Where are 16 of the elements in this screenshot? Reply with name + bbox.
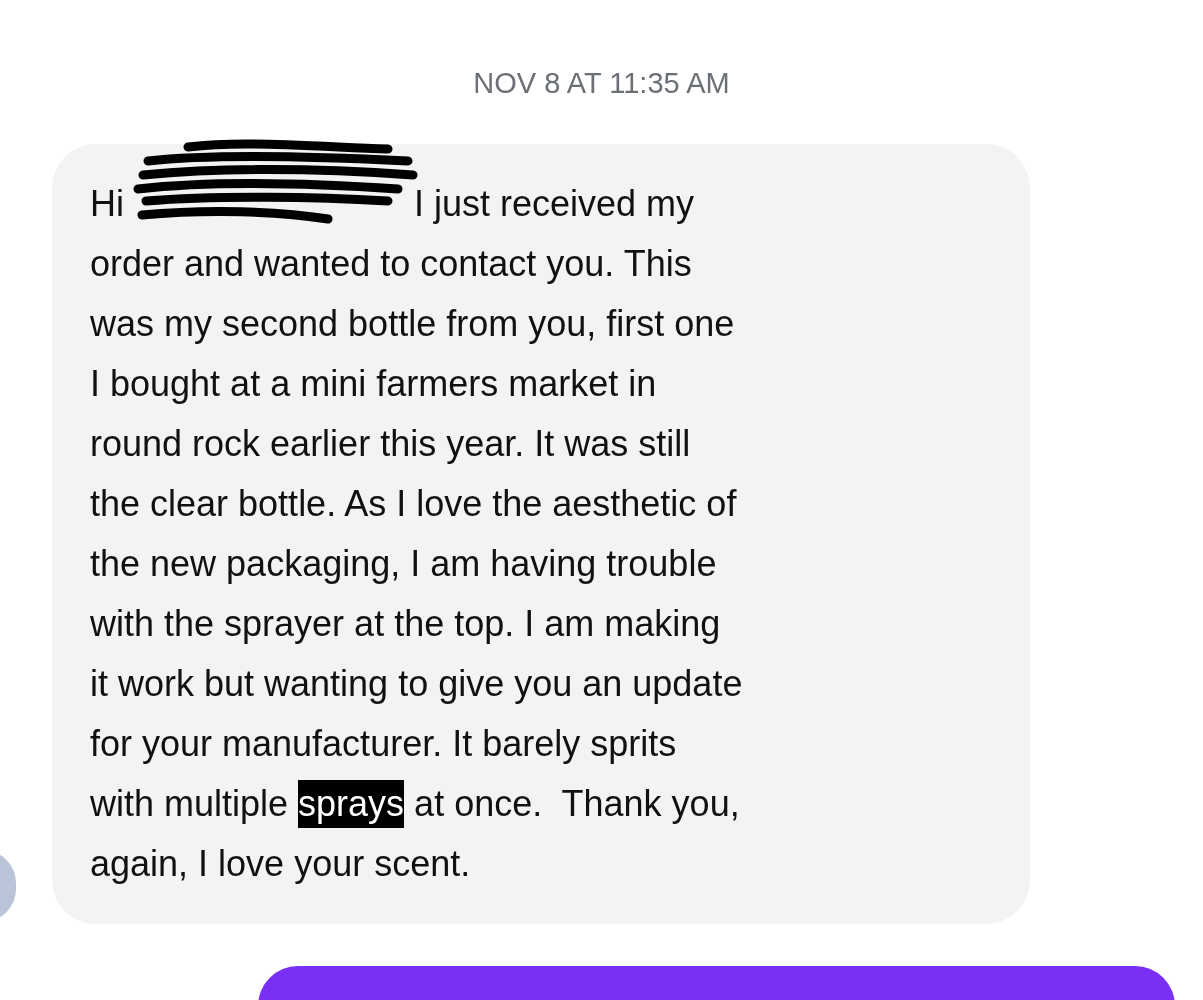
message-text: Hi <box>90 181 124 226</box>
message-text: order and wanted to contact you. This <box>90 241 692 286</box>
message-text: again, I love your scent. <box>90 841 471 886</box>
message-text: with the sprayer at the top. I am making <box>90 601 721 646</box>
message-text: with multiple <box>90 781 289 826</box>
message-text: I bought at a mini farmers market in <box>90 361 657 406</box>
message-text: the new packaging, I am having trouble <box>90 541 717 586</box>
message-text: at once. Thank you, <box>414 781 740 826</box>
message-text: it work but wanting to give you an update <box>90 661 743 706</box>
highlighted-word: sprays <box>298 779 405 828</box>
message-text: was my second bottle from you, first one <box>90 301 735 346</box>
timestamp: NOV 8 AT 11:35 AM <box>473 66 730 101</box>
message-text: round rock earlier this year. It was still <box>90 421 691 466</box>
message-text: for your manufacturer. It barely sprits <box>90 721 677 766</box>
message-text: I just received my <box>414 181 695 226</box>
message-text: the clear bottle. As I love the aesthetic of <box>90 481 737 526</box>
